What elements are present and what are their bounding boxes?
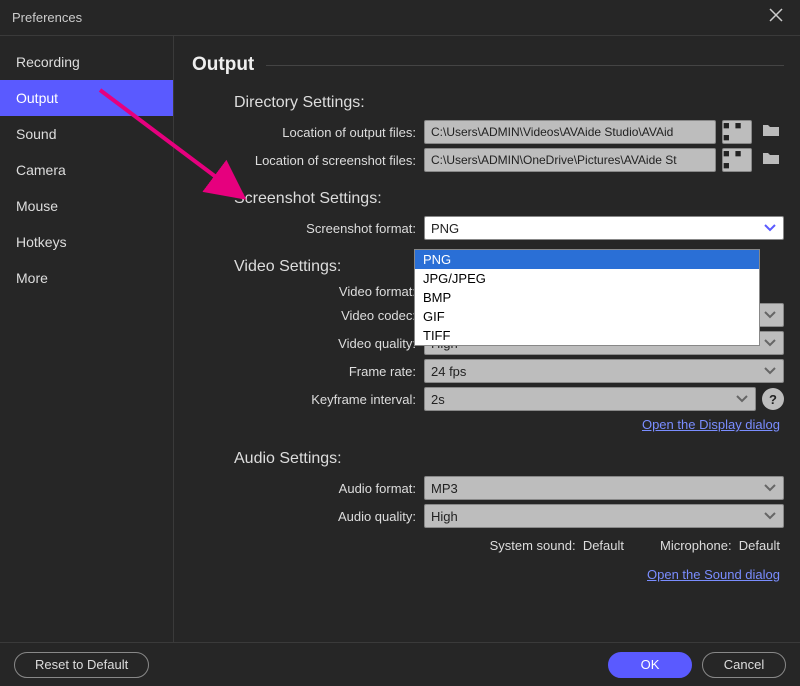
sidebar-item-mouse[interactable]: Mouse [0,188,173,224]
window-title: Preferences [12,10,82,25]
section-directory: Directory Settings: [234,94,784,112]
page-title: Output [192,54,784,76]
screenshot-format-dropdown[interactable]: PNG JPG/JPEG BMP GIF TIFF [414,249,760,346]
dropdown-option[interactable]: PNG [415,250,759,269]
row-screenshot-location: Location of screenshot files: C:\Users\A… [192,148,784,172]
system-sound-value: Default [583,538,624,553]
microphone-label: Microphone: [660,538,732,553]
body: Recording Output Sound Camera Mouse Hotk… [0,36,800,642]
cancel-button[interactable]: Cancel [702,652,786,678]
close-button[interactable] [764,6,788,30]
folder-icon [762,123,780,142]
sidebar-item-recording[interactable]: Recording [0,44,173,80]
sidebar-item-output[interactable]: Output [0,80,173,116]
chevron-down-icon [763,364,777,379]
question-icon: ? [769,392,777,407]
section-screenshot: Screenshot Settings: [234,190,784,208]
audio-quality-select[interactable]: High [424,504,784,528]
screenshot-location-label: Location of screenshot files: [192,153,424,168]
reset-button[interactable]: Reset to Default [14,652,149,678]
row-audio-format: Audio format: MP3 [192,476,784,500]
dropdown-option[interactable]: GIF [415,307,759,326]
audio-quality-label: Audio quality: [192,509,424,524]
screenshot-format-select[interactable]: PNG [424,216,784,240]
chevron-down-icon [763,308,777,323]
keyframe-value: 2s [431,392,445,407]
sidebar-item-hotkeys[interactable]: Hotkeys [0,224,173,260]
dropdown-option[interactable]: TIFF [415,326,759,345]
ok-button[interactable]: OK [608,652,692,678]
audio-format-label: Audio format: [192,481,424,496]
system-sound-label: System sound: [490,538,576,553]
keyframe-label: Keyframe interval: [192,392,424,407]
frame-rate-value: 24 fps [431,364,466,379]
audio-format-select[interactable]: MP3 [424,476,784,500]
screenshot-location-browse[interactable]: ■ ■ ■ [722,148,752,172]
screenshot-location-open-folder[interactable] [758,148,784,172]
footer: Reset to Default OK Cancel [0,642,800,686]
chevron-down-icon [763,481,777,496]
screenshot-location-field[interactable]: C:\Users\ADMIN\OneDrive\Pictures\AVAide … [424,148,716,172]
output-location-browse[interactable]: ■ ■ ■ [722,120,752,144]
display-dialog-link[interactable]: Open the Display dialog [642,417,780,432]
output-location-open-folder[interactable] [758,120,784,144]
row-screenshot-format: Screenshot format: PNG [192,216,784,240]
screenshot-format-label: Screenshot format: [192,221,424,236]
screenshot-format-value: PNG [431,221,459,236]
row-keyframe-interval: Keyframe interval: 2s ? [192,387,784,411]
keyframe-select[interactable]: 2s [424,387,756,411]
section-audio: Audio Settings: [234,450,784,468]
row-output-location: Location of output files: C:\Users\ADMIN… [192,120,784,144]
output-location-field[interactable]: C:\Users\ADMIN\Videos\AVAide Studio\AVAi… [424,120,716,144]
video-format-label: Video format: [192,284,424,299]
main-panel: Output Directory Settings: Location of o… [174,36,800,642]
audio-status-row: System sound: Default Microphone: Defaul… [192,538,780,553]
output-location-label: Location of output files: [192,125,424,140]
chevron-down-icon [735,392,749,407]
frame-rate-label: Frame rate: [192,364,424,379]
chevron-down-icon [763,336,777,351]
chevron-down-icon [763,221,777,236]
video-quality-label: Video quality: [192,336,424,351]
sidebar-item-sound[interactable]: Sound [0,116,173,152]
frame-rate-select[interactable]: 24 fps [424,359,784,383]
dropdown-option[interactable]: JPG/JPEG [415,269,759,288]
sidebar-item-more[interactable]: More [0,260,173,296]
audio-quality-value: High [431,509,458,524]
sound-dialog-link[interactable]: Open the Sound dialog [647,567,780,582]
microphone-value: Default [739,538,780,553]
dropdown-option[interactable]: BMP [415,288,759,307]
sidebar-item-camera[interactable]: Camera [0,152,173,188]
video-codec-label: Video codec: [192,308,424,323]
chevron-down-icon [763,509,777,524]
titlebar: Preferences [0,0,800,36]
folder-icon [762,151,780,170]
keyframe-help-button[interactable]: ? [762,388,784,410]
row-audio-quality: Audio quality: High [192,504,784,528]
sidebar: Recording Output Sound Camera Mouse Hotk… [0,36,174,642]
close-icon [769,8,783,27]
audio-format-value: MP3 [431,481,458,496]
row-frame-rate: Frame rate: 24 fps [192,359,784,383]
